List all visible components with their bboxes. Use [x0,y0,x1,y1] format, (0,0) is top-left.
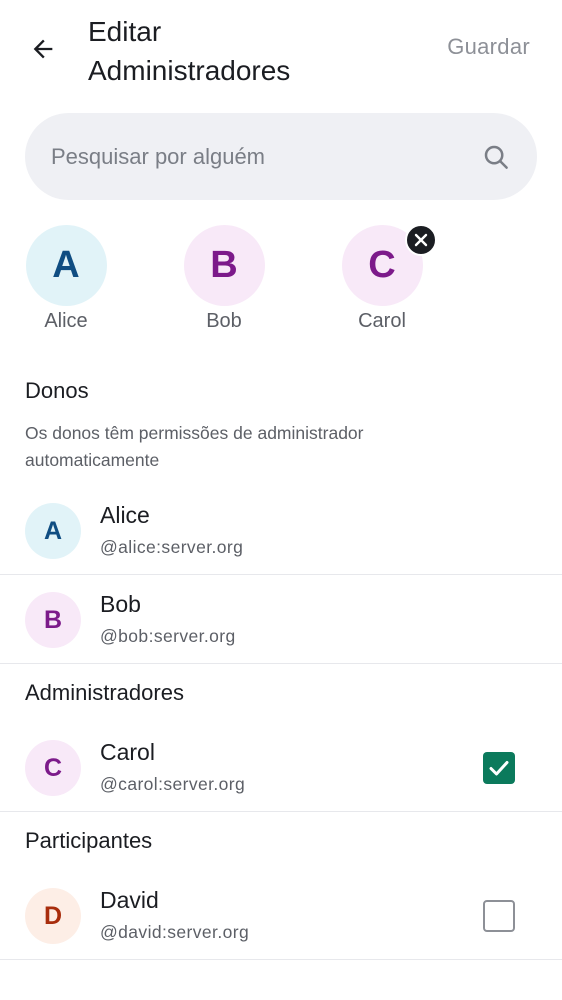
arrow-left-icon [33,39,53,59]
list-item[interactable]: A Alice @alice:server.org [0,487,562,575]
avatar: B [183,225,265,306]
search-bar [25,113,537,200]
avatar: B [25,592,81,648]
admin-checkbox-unchecked[interactable] [483,900,515,932]
member-id: @carol:server.org [100,774,246,794]
save-button[interactable]: Guardar [447,34,530,60]
selected-user-alice[interactable]: A Alice [25,225,107,333]
close-icon [414,233,428,247]
avatar: D [25,888,81,944]
member-id: @david:server.org [100,922,250,942]
selected-users-strip: A Alice B Bob C Carol [0,224,562,340]
section-title-participants: Participantes [25,828,153,853]
list-item[interactable]: C Carol @carol:server.org [0,724,562,812]
list-item[interactable]: D David @david:server.org [0,872,562,960]
selected-user-bob[interactable]: B Bob [183,225,265,333]
back-button[interactable] [24,30,62,68]
section-title-admins: Administradores [25,680,184,705]
top-app-bar: Editar Administradores Guardar [0,0,562,100]
page-title: Editar Administradores [88,12,388,90]
search-icon[interactable] [481,142,511,172]
selected-user-carol[interactable]: C Carol [341,224,437,333]
checkmark-icon [489,761,509,776]
selected-user-name: Bob [206,310,242,332]
avatar: A [25,225,107,306]
member-name: David [100,887,159,913]
member-id: @alice:server.org [100,537,244,557]
page-title-line2: Administradores [88,55,291,86]
admin-checkbox-checked[interactable] [483,752,515,784]
list-item[interactable]: B Bob @bob:server.org [0,576,562,664]
member-id: @bob:server.org [100,626,236,646]
section-title-owners: Donos [25,378,89,403]
avatar: C [25,740,81,796]
section-description-owners: Os donos têm permissões de administrador… [25,423,364,470]
member-name: Carol [100,739,155,765]
selected-user-name: Alice [44,310,88,332]
search-input[interactable] [51,143,481,170]
remove-user-button[interactable] [405,224,437,256]
member-name: Bob [100,591,141,617]
selected-user-name: Carol [358,310,406,332]
member-name: Alice [100,502,150,528]
page-title-line1: Editar [88,16,162,47]
avatar: A [25,503,81,559]
